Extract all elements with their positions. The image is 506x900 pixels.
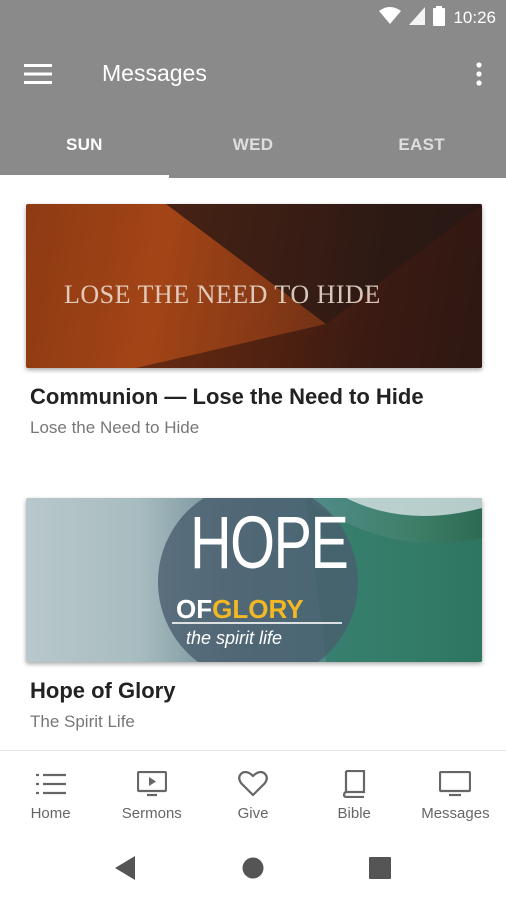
page-title: Messages [102, 60, 207, 86]
thumbnail-of-glory: OF GLORY [176, 594, 304, 624]
thumbnail-text-main: HOPE [190, 501, 349, 584]
home-circle-icon[interactable] [237, 852, 269, 884]
recents-square-icon[interactable] [364, 852, 396, 884]
nav-label: Give [237, 805, 269, 822]
tab-bar: SUN WED EAST [0, 112, 506, 178]
status-time: 10:26 [453, 8, 496, 27]
tab-wed[interactable]: WED [169, 112, 338, 178]
book-icon [338, 769, 370, 799]
tab-sun[interactable]: SUN [0, 112, 169, 178]
message-card[interactable]: HOPE OF GLORY the spirit life Hope of Gl… [26, 498, 482, 732]
thumbnail-divider [172, 622, 342, 624]
video-icon [136, 769, 168, 799]
message-list: LOSE THE NEED TO HIDE Communion — Lose t… [0, 178, 506, 750]
message-subtitle: The Spirit Life [30, 712, 135, 731]
nav-label: Messages [421, 805, 490, 822]
more-vertical-icon[interactable] [466, 54, 492, 94]
nav-label: Home [30, 805, 71, 822]
message-thumbnail[interactable]: LOSE THE NEED TO HIDE [26, 204, 482, 368]
monitor-icon [439, 769, 472, 799]
message-title: Hope of Glory [30, 678, 176, 703]
thumbnail-text-glory: GLORY [212, 594, 304, 624]
nav-label: Sermons [121, 805, 182, 822]
battery-icon [433, 5, 446, 31]
signal-icon [409, 6, 426, 30]
thumbnail-text: LOSE THE NEED TO HIDE [64, 280, 381, 309]
app-bar: Messages [0, 36, 506, 112]
thumbnail-text-of: OF [176, 594, 213, 624]
nav-home[interactable]: Home [0, 751, 101, 837]
system-navigation-bar [0, 836, 506, 900]
message-thumbnail[interactable]: HOPE OF GLORY the spirit life [26, 498, 482, 662]
status-icons: 10:26 [379, 5, 496, 31]
message-title: Communion — Lose the Need to Hide [30, 384, 424, 409]
message-subtitle: Lose the Need to Hide [30, 418, 200, 437]
status-bar: 10:26 [0, 0, 506, 36]
nav-messages[interactable]: Messages [405, 751, 506, 837]
heart-icon [237, 769, 269, 799]
nav-give[interactable]: Give [202, 751, 303, 837]
wifi-icon [379, 6, 402, 30]
message-card[interactable]: LOSE THE NEED TO HIDE Communion — Lose t… [26, 204, 482, 438]
list-icon [35, 769, 67, 799]
back-icon[interactable] [110, 852, 142, 884]
nav-label: Bible [337, 805, 371, 822]
nav-sermons[interactable]: Sermons [101, 751, 202, 837]
bottom-navigation: Home Sermons Give Bible Messages [0, 750, 506, 837]
hamburger-menu-icon[interactable] [16, 54, 60, 94]
nav-bible[interactable]: Bible [304, 751, 405, 837]
thumbnail-tagline: the spirit life [186, 628, 283, 648]
tab-east[interactable]: EAST [337, 112, 506, 178]
